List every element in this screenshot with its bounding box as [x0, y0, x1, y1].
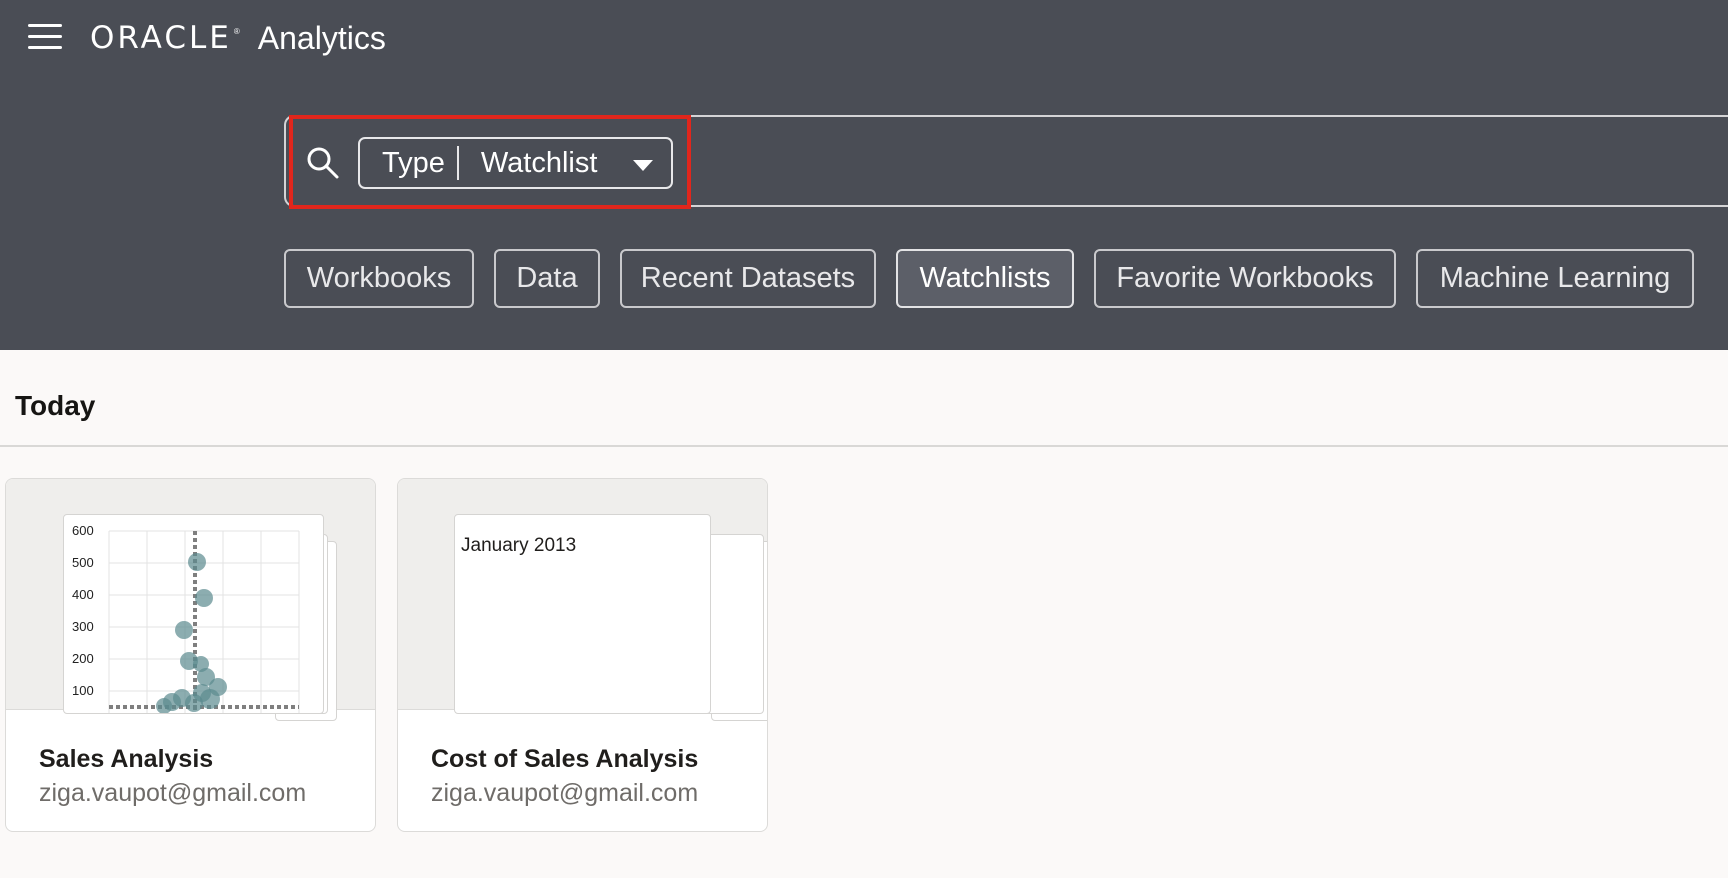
brand-mark: ® [233, 26, 240, 36]
card-title: Sales Analysis [39, 745, 214, 773]
filter-favorite-workbooks[interactable]: Favorite Workbooks [1094, 249, 1396, 308]
brand-name: ORACLE [90, 20, 232, 56]
y-tick-label: 600 [72, 523, 94, 538]
section-divider [0, 445, 1728, 447]
highlight-box [289, 115, 691, 209]
watchlist-card-sales-analysis[interactable]: 600 500 400 300 200 100 Sales Analysis z… [5, 478, 376, 832]
y-tick-label: 300 [72, 619, 94, 634]
y-tick-label: 400 [72, 587, 94, 602]
card-thumbnail: 600 500 400 300 200 100 [6, 479, 375, 721]
y-tick-label: 100 [72, 683, 94, 698]
card-thumbnail: January 2013 [398, 479, 767, 721]
menu-icon[interactable] [28, 22, 64, 52]
y-tick-label: 200 [72, 651, 94, 666]
card-owner: ziga.vaupot@gmail.com [39, 779, 307, 807]
filter-data[interactable]: Data [494, 249, 600, 308]
watchlist-card-cost-of-sales-analysis[interactable]: January 2013 Cost of Sales Analysis ziga… [397, 478, 768, 832]
card-title: Cost of Sales Analysis [431, 745, 699, 773]
filter-recent-datasets[interactable]: Recent Datasets [620, 249, 876, 308]
scatter-point [195, 589, 213, 607]
y-tick-label: 500 [72, 555, 94, 570]
card-owner: ziga.vaupot@gmail.com [431, 779, 699, 807]
chart-preview: 600 500 400 300 200 100 [63, 514, 324, 714]
scatter-point [175, 621, 193, 639]
scatter-thumbnail: 600 500 400 300 200 100 [72, 523, 300, 713]
page-stack [702, 534, 764, 714]
app-header: ORACLE ® Analytics Type Watchlist Workbo… [0, 0, 1728, 350]
filter-machine-learning[interactable]: Machine Learning [1416, 249, 1694, 308]
preview-text: January 2013 [461, 535, 577, 556]
product-name: Analytics [257, 19, 386, 56]
oracle-logo[interactable]: ORACLE ® Analytics [90, 18, 386, 58]
scatter-point [188, 553, 206, 571]
scatter-point [200, 689, 220, 709]
page-preview: January 2013 [454, 514, 711, 714]
filter-workbooks[interactable]: Workbooks [284, 249, 474, 308]
section-title: Today [15, 390, 96, 421]
scatter-point [156, 698, 172, 713]
filter-watchlists[interactable]: Watchlists [896, 249, 1074, 308]
scatter-point [185, 694, 203, 712]
